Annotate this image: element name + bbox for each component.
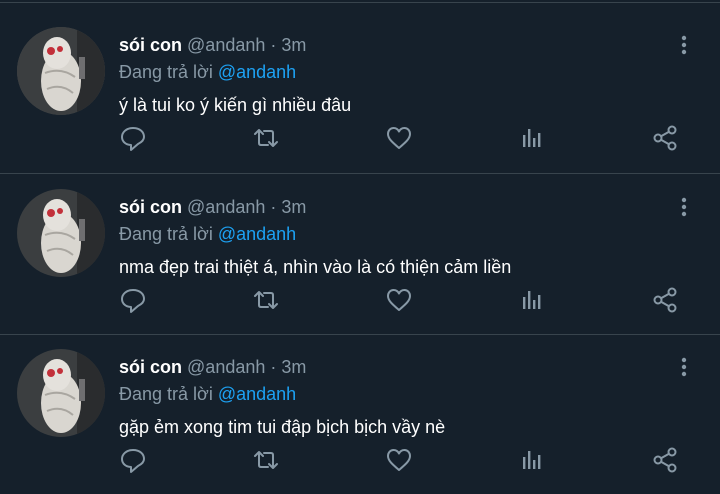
timeline: sói con @andanh · 3m Đang trả lời @andan… (0, 0, 720, 494)
timestamp[interactable]: 3m (281, 35, 306, 55)
tweet-header: sói con @andanh · 3m (119, 33, 306, 57)
tweet-text: ý là tui ko ý kiến gì nhiều đâu (119, 95, 352, 115)
handle[interactable]: @andanh (187, 197, 265, 217)
reply-mention-link[interactable]: @andanh (218, 62, 296, 82)
like-icon[interactable] (384, 285, 414, 315)
retweet-icon[interactable] (251, 123, 281, 153)
handle[interactable]: @andanh (187, 35, 265, 55)
separator: · (270, 357, 277, 377)
more-icon[interactable] (672, 195, 696, 219)
share-icon[interactable] (650, 123, 680, 153)
handle[interactable]: @andanh (187, 357, 265, 377)
reply-icon[interactable] (118, 445, 148, 475)
share-icon[interactable] (650, 285, 680, 315)
retweet-icon[interactable] (251, 445, 281, 475)
display-name[interactable]: sói con (119, 357, 182, 377)
share-icon[interactable] (650, 445, 680, 475)
timestamp[interactable]: 3m (281, 197, 306, 217)
tweet-text: nma đẹp trai thiệt á, nhìn vào là có thi… (119, 257, 512, 277)
reply-mention-link[interactable]: @andanh (218, 384, 296, 404)
tweet-header: sói con @andanh · 3m (119, 195, 306, 219)
more-icon[interactable] (672, 355, 696, 379)
like-icon[interactable] (384, 445, 414, 475)
reply-prefix: Đang trả lời (119, 62, 213, 82)
avatar[interactable] (17, 27, 105, 115)
reply-context: Đang trả lời @andanh (119, 382, 296, 406)
tweet[interactable]: sói con @andanh · 3m Đang trả lời @andan… (0, 325, 720, 494)
tweet[interactable]: sói con @andanh · 3m Đang trả lời @andan… (0, 3, 720, 173)
reply-icon[interactable] (118, 285, 148, 315)
reply-icon[interactable] (118, 123, 148, 153)
reply-mention-link[interactable]: @andanh (218, 224, 296, 244)
display-name[interactable]: sói con (119, 35, 182, 55)
reply-context: Đang trả lời @andanh (119, 222, 296, 246)
display-name[interactable]: sói con (119, 197, 182, 217)
retweet-icon[interactable] (251, 285, 281, 315)
tweet-header: sói con @andanh · 3m (119, 355, 306, 379)
tweet-text: gặp ẻm xong tim tui đập bịch bịch vầy nè (119, 417, 446, 437)
avatar[interactable] (17, 189, 105, 277)
reply-prefix: Đang trả lời (119, 224, 213, 244)
more-icon[interactable] (672, 33, 696, 57)
reply-prefix: Đang trả lời (119, 384, 213, 404)
separator: · (270, 35, 277, 55)
analytics-icon[interactable] (517, 285, 547, 315)
reply-context: Đang trả lời @andanh (119, 60, 296, 84)
tweet[interactable]: sói con @andanh · 3m Đang trả lời @andan… (0, 165, 720, 335)
separator: · (270, 197, 277, 217)
timestamp[interactable]: 3m (281, 357, 306, 377)
like-icon[interactable] (384, 123, 414, 153)
avatar[interactable] (17, 349, 105, 437)
analytics-icon[interactable] (517, 123, 547, 153)
analytics-icon[interactable] (517, 445, 547, 475)
